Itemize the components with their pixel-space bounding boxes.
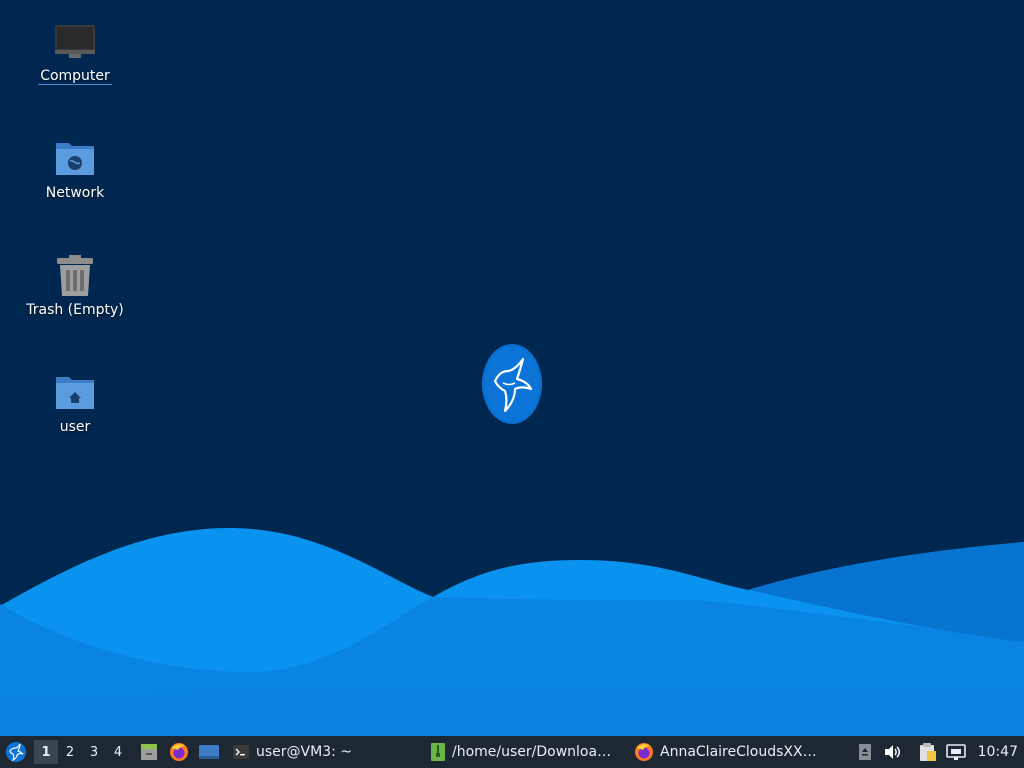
workspace-4[interactable]: 4 xyxy=(106,740,130,764)
file-cabinet-icon xyxy=(141,744,157,760)
desktop-icon-network[interactable]: Network xyxy=(20,137,130,201)
workspace-3[interactable]: 3 xyxy=(82,740,106,764)
desktop-icon-label: Trash (Empty) xyxy=(26,302,124,318)
terminal-icon xyxy=(233,745,249,759)
desktop-icon-label: Network xyxy=(45,185,105,201)
trash-icon xyxy=(57,255,93,296)
tray-arrow-up-icon xyxy=(858,744,871,760)
network-folder-icon xyxy=(56,143,94,175)
network-wired-icon xyxy=(945,744,966,760)
firefox-launcher[interactable] xyxy=(164,736,194,768)
task-firefox[interactable]: AnnaClaireCloudsXX… xyxy=(628,736,832,768)
file-manager-launcher[interactable] xyxy=(134,736,164,768)
desktop-icon-user-home[interactable]: user xyxy=(20,371,130,435)
archive-manager-icon xyxy=(431,743,445,761)
computer-icon xyxy=(55,25,95,58)
show-desktop-button[interactable] xyxy=(194,736,224,768)
network-status-button[interactable] xyxy=(942,736,970,768)
desktop-icon-label: Computer xyxy=(38,68,112,85)
task-label: AnnaClaireCloudsXX… xyxy=(660,744,817,760)
task-label: user@VM3: ~ xyxy=(256,744,352,760)
firefox-icon xyxy=(170,743,188,761)
volume-button[interactable] xyxy=(878,736,906,768)
workspace-switcher: 1 2 3 4 xyxy=(34,740,130,764)
taskbar: 1 2 3 4 user@VM3: ~ /home/user/Downloa… … xyxy=(0,736,1024,768)
system-tray: 10:47 xyxy=(852,736,1024,768)
task-archive-manager[interactable]: /home/user/Downloa… xyxy=(424,736,628,768)
start-menu-button[interactable] xyxy=(0,736,32,768)
hummingbird-logo-icon xyxy=(482,344,542,424)
desktop-icon-computer[interactable]: Computer xyxy=(20,20,130,85)
desktop-icon-label: user xyxy=(59,419,91,435)
home-folder-icon xyxy=(56,377,94,409)
clipboard-icon xyxy=(919,743,936,761)
task-label: /home/user/Downloa… xyxy=(452,744,612,760)
clipboard-button[interactable] xyxy=(912,736,942,768)
whisker-menu-icon xyxy=(6,742,26,762)
tray-updates-button[interactable] xyxy=(852,736,878,768)
workspace-2[interactable]: 2 xyxy=(58,740,82,764)
clock[interactable]: 10:47 xyxy=(970,744,1024,760)
firefox-icon xyxy=(635,743,653,761)
volume-icon xyxy=(884,745,900,759)
desktop-icon xyxy=(199,745,219,759)
desktop-icon-trash[interactable]: Trash (Empty) xyxy=(20,254,130,318)
workspace-1[interactable]: 1 xyxy=(34,740,58,764)
task-terminal[interactable]: user@VM3: ~ xyxy=(226,736,424,768)
